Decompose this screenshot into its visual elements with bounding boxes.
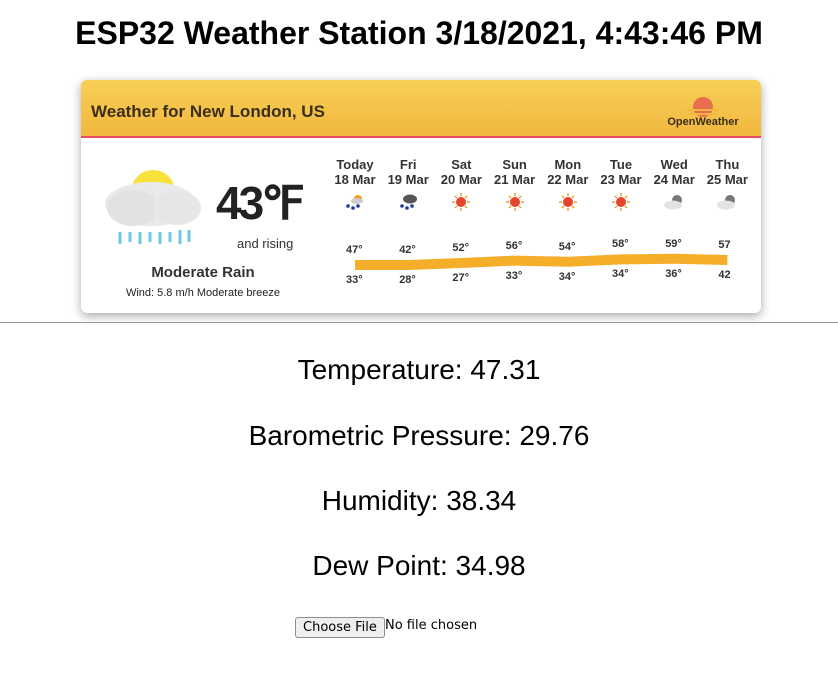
forecast-day-name: Thu — [715, 157, 740, 172]
sun-icon — [556, 192, 580, 212]
forecast-date: 21 Mar — [493, 172, 536, 187]
weather-widget: Weather for New London, US OpenWeather 4… — [81, 80, 761, 313]
forecast-date: 19 Mar — [387, 172, 429, 187]
forecast-date: 20 Mar — [440, 172, 482, 187]
temperature-reading: Temperature: 47.31 — [297, 354, 541, 385]
forecast-day-name: Today — [336, 157, 374, 172]
forecast-low: 34° — [558, 270, 576, 283]
forecast-day: Wed 24 Mar — [644, 157, 704, 187]
forecast-day-name: Wed — [660, 157, 688, 172]
forecast-low: 36° — [665, 267, 682, 280]
forecast: Today 18 Mar 47° 33° Fri 19 Mar 42° 28° Sat 20 Ma… — [81, 80, 761, 313]
forecast-date: 18 Mar — [334, 172, 376, 187]
snow-rain-icon — [343, 192, 367, 212]
pressure-reading: Barometric Pressure: 29.76 — [248, 420, 590, 451]
forecast-date: 24 Mar — [653, 172, 695, 187]
file-status: No file chosen — [385, 618, 478, 633]
humidity-reading: Humidity: 38.34 — [321, 485, 517, 516]
forecast-high: 56° — [505, 239, 523, 252]
cloud-icon — [715, 192, 739, 212]
forecast-day: Mon 22 Mar — [538, 157, 598, 187]
forecast-low: 42 — [718, 269, 731, 281]
snow-cloud-icon — [396, 192, 420, 212]
sun-icon — [503, 192, 527, 212]
forecast-day-name: Sat — [451, 157, 472, 172]
forecast-high: 54° — [558, 240, 576, 253]
cloud-icon — [662, 192, 686, 212]
forecast-day: Sun 21 Mar — [485, 157, 545, 187]
forecast-high: 42° — [399, 244, 416, 256]
forecast-low: 33° — [505, 269, 523, 282]
forecast-high: 52° — [452, 242, 470, 254]
forecast-day: Tue 23 Mar — [591, 157, 651, 187]
forecast-high: 59° — [665, 237, 682, 250]
forecast-day: Today 18 Mar — [325, 157, 385, 187]
forecast-day-name: Mon — [554, 157, 582, 172]
forecast-day: Thu 25 Mar — [697, 157, 757, 187]
choose-file-button[interactable]: Choose File — [295, 617, 385, 638]
forecast-date: 22 Mar — [547, 172, 589, 187]
forecast-low: 28° — [399, 274, 416, 286]
page-title: ESP32 Weather Station 3/18/2021, 4:43:46… — [75, 15, 763, 51]
forecast-high: 58° — [612, 238, 629, 251]
dew-point-reading: Dew Point: 34.98 — [312, 550, 526, 581]
forecast-day: Fri 19 Mar — [378, 157, 438, 187]
forecast-day: Sat 20 Mar — [431, 157, 491, 187]
forecast-low: 34° — [612, 268, 629, 281]
forecast-high: 47° — [346, 244, 363, 256]
temperature-range-band — [355, 253, 728, 270]
forecast-low: 27° — [452, 272, 470, 284]
forecast-date: 23 Mar — [600, 172, 642, 187]
forecast-high: 57 — [718, 239, 731, 251]
sun-icon — [609, 192, 633, 212]
forecast-day-name: Tue — [609, 157, 633, 172]
forecast-day-name: Sun — [502, 157, 527, 172]
divider — [0, 322, 838, 323]
forecast-day-name: Fri — [399, 157, 417, 172]
forecast-low: 33° — [346, 274, 363, 286]
forecast-date: 25 Mar — [706, 172, 748, 187]
sun-icon — [449, 192, 473, 212]
